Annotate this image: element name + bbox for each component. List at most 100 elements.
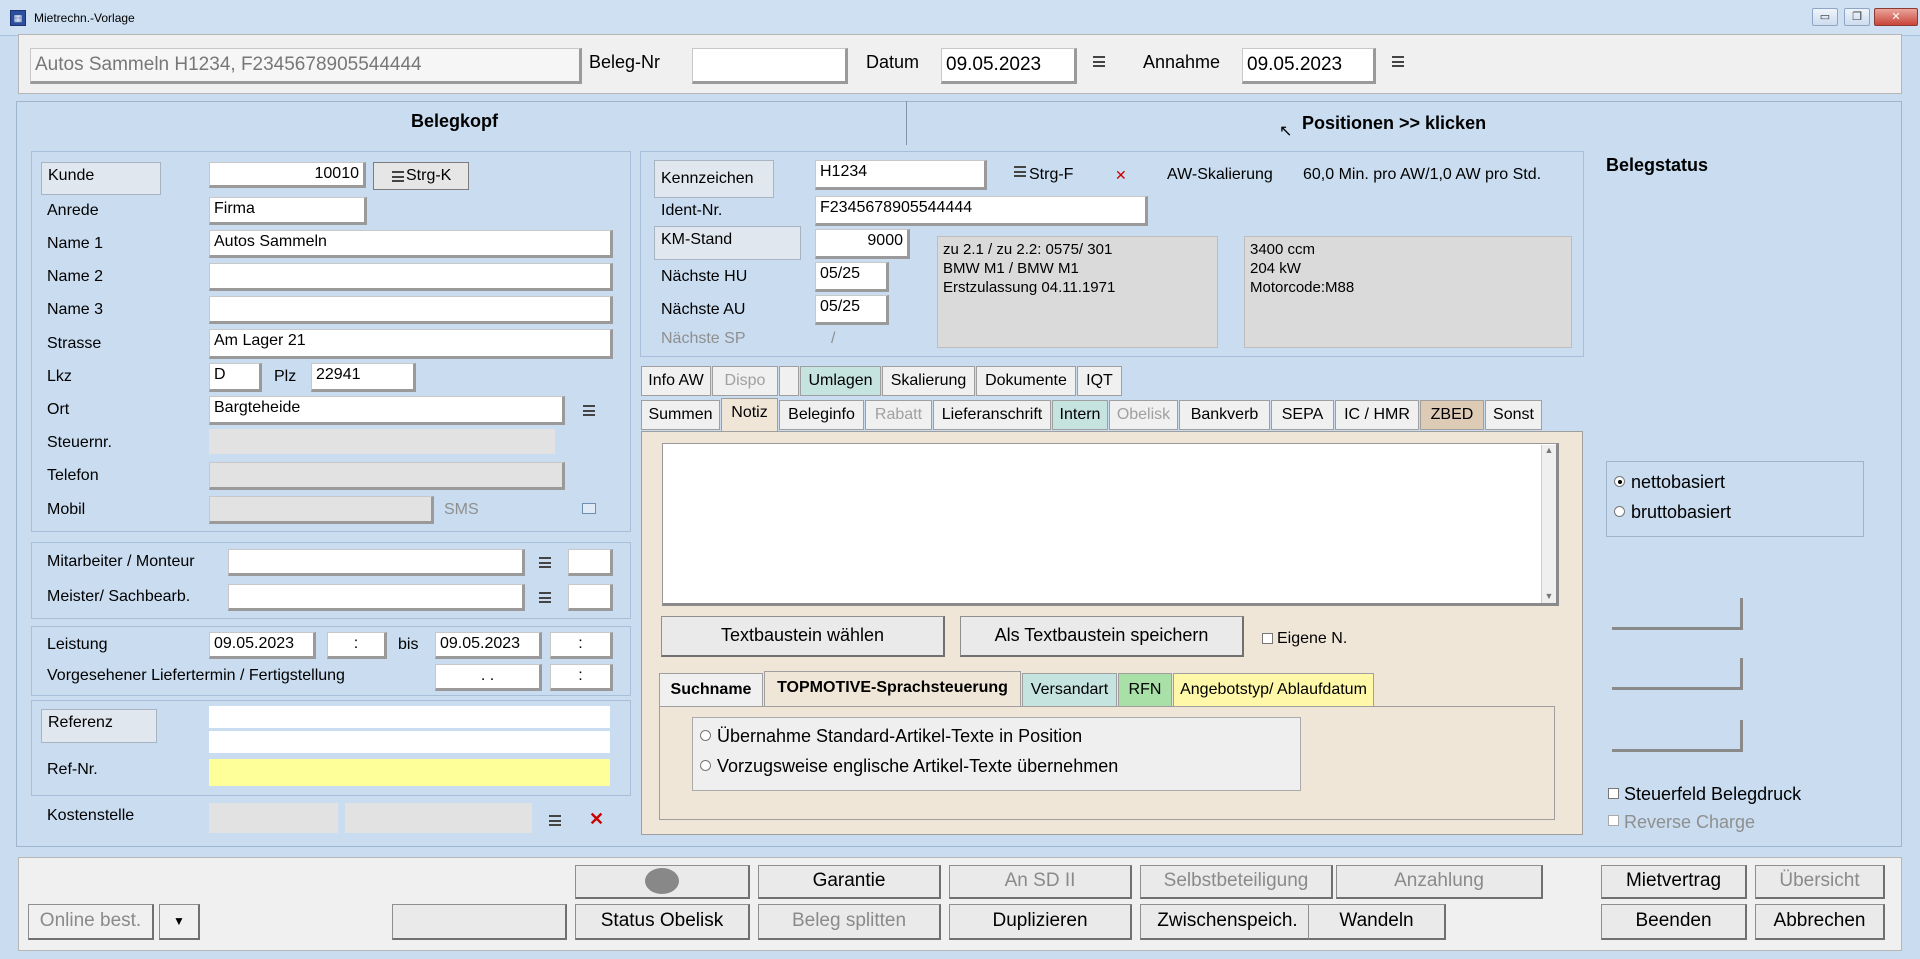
minimize-button[interactable]: ▭ [1812, 8, 1838, 26]
online-bestellen-button[interactable]: Online best. [28, 904, 154, 940]
mitarbeiter-field[interactable] [228, 549, 525, 576]
status-field-1[interactable] [1612, 598, 1743, 630]
kennzeichen-button[interactable]: Kennzeichen [654, 160, 774, 198]
tab-skalierung[interactable]: Skalierung [882, 366, 975, 396]
online-dropdown-icon[interactable]: ▼ [159, 904, 200, 940]
tab-dokumente[interactable]: Dokumente [976, 366, 1076, 396]
leistung-from-time[interactable]: : [327, 632, 387, 659]
abbrechen-button[interactable]: Abbrechen [1755, 904, 1885, 940]
meister-list-icon[interactable] [539, 592, 551, 603]
name3-field[interactable] [209, 296, 613, 324]
textbaustein-speichern-button[interactable]: Als Textbaustein speichern [960, 616, 1244, 657]
sprache-opt2-radio[interactable] [700, 760, 711, 771]
wandeln-button[interactable]: Wandeln [1308, 904, 1446, 940]
kostenstelle-field-1[interactable] [209, 803, 338, 833]
mietvertrag-button[interactable]: Mietvertrag [1601, 865, 1747, 899]
refnr-field[interactable] [209, 759, 610, 786]
name1-field[interactable]: Autos Sammeln [209, 230, 613, 258]
eigene-n-checkbox[interactable] [1262, 633, 1273, 644]
name2-field[interactable] [209, 263, 613, 291]
subtab-topmotive[interactable]: TOPMOTIVE-Sprachsteuerung [764, 671, 1021, 707]
mitarbeiter-list-icon[interactable] [539, 557, 551, 568]
subtab-versandart[interactable]: Versandart [1022, 673, 1117, 707]
tab-rabatt[interactable]: Rabatt [865, 400, 932, 430]
selbstbeteiligung-button[interactable]: Selbstbeteiligung [1140, 865, 1333, 899]
referenz-field-1[interactable] [209, 706, 610, 728]
maximize-button[interactable]: ❐ [1844, 8, 1870, 26]
meister-code-field[interactable] [568, 584, 613, 611]
tab-summen[interactable]: Summen [641, 400, 720, 430]
tab-sepa[interactable]: SEPA [1271, 400, 1334, 430]
km-stand-button[interactable]: KM-Stand [654, 226, 801, 260]
au-field[interactable]: 05/25 [815, 295, 889, 325]
scroll-down-icon[interactable]: ▼ [1542, 591, 1556, 601]
kennzeichen-field[interactable]: H1234 [815, 160, 987, 190]
kostenstelle-list-icon[interactable] [549, 815, 561, 826]
tab-ic-hmr[interactable]: IC / HMR [1335, 400, 1419, 430]
tab-bankverb[interactable]: Bankverb [1179, 400, 1270, 430]
subtab-rfn[interactable]: RFN [1118, 673, 1172, 707]
kostenstelle-field-2[interactable] [345, 803, 532, 833]
kennzeichen-list-icon[interactable] [1014, 166, 1026, 177]
tab-notiz[interactable]: Notiz [721, 398, 778, 432]
referenz-button[interactable]: Referenz [41, 709, 157, 743]
tab-intern[interactable]: Intern [1052, 400, 1108, 430]
blank-button[interactable] [392, 904, 567, 940]
ident-field[interactable]: F2345678905544444 [815, 196, 1148, 226]
tab-info-aw[interactable]: Info AW [641, 366, 711, 396]
close-button[interactable]: ✕ [1874, 8, 1918, 26]
lkz-field[interactable]: D [209, 363, 262, 392]
anzahlung-button[interactable]: Anzahlung [1336, 865, 1543, 899]
beleg-nr-field[interactable] [692, 48, 848, 84]
datum-field[interactable]: 09.05.2023 [941, 48, 1077, 84]
liefertermin-time[interactable]: : [550, 664, 613, 691]
reverse-charge-checkbox[interactable] [1608, 815, 1619, 826]
hu-field[interactable]: 05/25 [815, 262, 889, 292]
km-stand-field[interactable]: 9000 [815, 229, 910, 259]
anrede-field[interactable]: Firma [209, 197, 367, 225]
status-obelisk-button[interactable]: Status Obelisk [575, 904, 750, 940]
leistung-to-time[interactable]: : [550, 632, 613, 659]
kostenstelle-clear-icon[interactable]: ✕ [589, 809, 604, 830]
tab-dispo[interactable]: Dispo [712, 366, 778, 396]
tab-iqt[interactable]: IQT [1077, 366, 1122, 396]
status-field-3[interactable] [1612, 720, 1743, 752]
an-sd-button[interactable]: An SD II [949, 865, 1132, 899]
meister-field[interactable] [228, 584, 525, 611]
brutto-radio[interactable] [1614, 506, 1625, 517]
garantie-button[interactable]: Garantie [758, 865, 941, 899]
steuerfeld-checkbox[interactable] [1608, 788, 1619, 799]
subtab-angebotstyp[interactable]: Angebotstyp/ Ablaufdatum [1173, 673, 1374, 707]
kunde-button[interactable]: Kunde [41, 162, 161, 195]
obelisk-logo-button[interactable] [575, 865, 750, 899]
strg-k-button[interactable]: Strg-K [373, 162, 469, 190]
notiz-textarea[interactable] [662, 443, 1559, 606]
scroll-up-icon[interactable]: ▲ [1542, 445, 1556, 455]
netto-radio[interactable] [1614, 476, 1625, 487]
customer-summary-field[interactable]: Autos Sammeln H1234, F2345678905544444 [30, 48, 582, 84]
sprache-opt1-radio[interactable] [700, 730, 711, 741]
tab-lieferanschrift[interactable]: Lieferanschrift [933, 400, 1051, 430]
referenz-field-2[interactable] [209, 731, 610, 753]
beenden-button[interactable]: Beenden [1601, 904, 1747, 940]
leistung-from-field[interactable]: 09.05.2023 [209, 632, 316, 659]
tab-beleginfo[interactable]: Beleginfo [779, 400, 864, 430]
strasse-field[interactable]: Am Lager 21 [209, 329, 613, 359]
beleg-splitten-button[interactable]: Beleg splitten [758, 904, 941, 940]
ort-list-icon[interactable] [583, 405, 595, 416]
tab-positionen[interactable]: Positionen >> klicken [1302, 113, 1486, 134]
steuernr-field[interactable] [209, 429, 555, 454]
status-field-2[interactable] [1612, 658, 1743, 690]
annahme-list-icon[interactable] [1392, 56, 1404, 67]
tab-umlagen[interactable]: Umlagen [800, 366, 881, 396]
strg-f-label[interactable]: Strg-F [1029, 166, 1073, 184]
notiz-scrollbar[interactable]: ▲ ▼ [1541, 445, 1556, 603]
tab-zbed[interactable]: ZBED [1420, 400, 1484, 430]
telefon-field[interactable] [209, 462, 565, 490]
tab-blank[interactable] [779, 366, 799, 396]
leistung-to-field[interactable]: 09.05.2023 [435, 632, 542, 659]
zwischenspeichern-button[interactable]: Zwischenspeich. [1140, 904, 1316, 940]
plz-field[interactable]: 22941 [311, 363, 416, 392]
annahme-field[interactable]: 09.05.2023 [1242, 48, 1376, 84]
mitarbeiter-code-field[interactable] [568, 549, 613, 576]
